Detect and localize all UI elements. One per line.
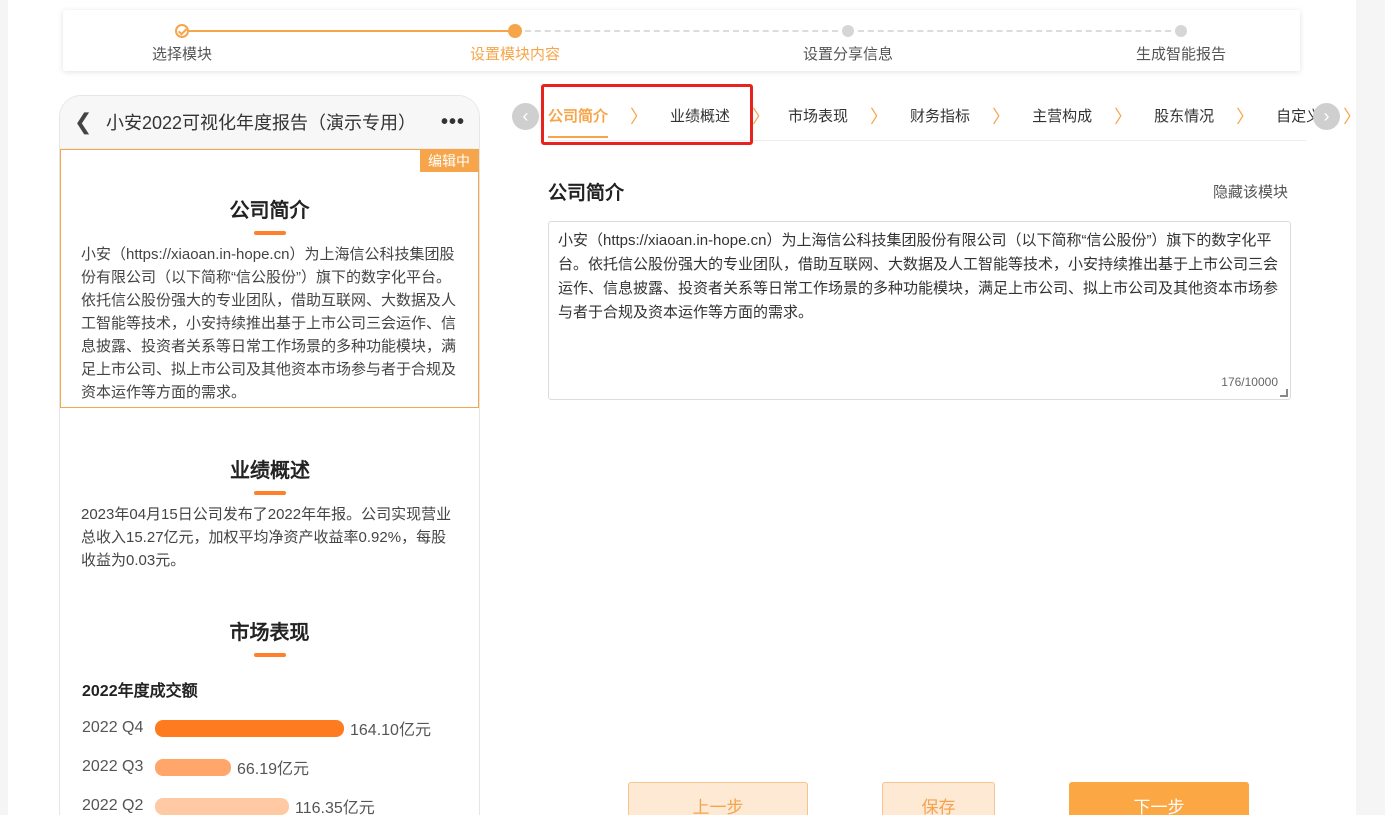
bar-mark	[155, 797, 289, 815]
section-underline	[253, 653, 286, 657]
bar-row: 2022 Q3 66.19亿元	[82, 756, 457, 778]
hide-module-link[interactable]: 隐藏该模块	[1213, 181, 1288, 202]
tab-item[interactable]: 股东情况	[1154, 100, 1214, 134]
bar-mark	[155, 719, 344, 737]
bar-category-label: 2022 Q4	[82, 719, 144, 736]
bar-value-label: 116.35亿元	[295, 800, 375, 815]
preview-section-intro[interactable]: 编辑中 公司简介 小安（https://xiaoan.in-hope.cn）为上…	[60, 149, 479, 408]
bar-category-label: 2022 Q2	[82, 797, 144, 814]
section-underline	[253, 231, 286, 235]
chevron-right-icon: 〉	[1343, 107, 1362, 127]
chevron-left-icon[interactable]: ❮	[74, 109, 98, 135]
bar-chart: 2022年度成交额 2022 Q4 164.10亿元 2022 Q3 66.19亿元 2…	[60, 677, 479, 815]
step-4-dot	[1175, 25, 1187, 37]
preview-header: ❮ 小安2022可视化年度报告（演示专用） •••	[60, 96, 479, 149]
chevron-right-icon: 〉	[1114, 107, 1133, 127]
chevron-right-icon: 〉	[1236, 107, 1255, 127]
section-title: 市场表现	[229, 622, 310, 644]
step-line-done	[182, 30, 515, 32]
step-2-active-dot	[508, 24, 522, 38]
step-4-label[interactable]: 生成智能报告	[1136, 43, 1226, 64]
step-line-todo	[848, 30, 1181, 32]
section-text: 2023年04月15日公司发布了2022年年报。公司实现营业总收入15.27亿元…	[81, 506, 452, 569]
preview-section-market[interactable]: 市场表现 2022年度成交额 2022 Q4 164.10亿元 2022 Q3 66.…	[60, 572, 479, 815]
preview-section-performance[interactable]: 业绩概述 2023年04月15日公司发布了2022年年报。公司实现营业总收入15…	[60, 408, 479, 572]
tab-item[interactable]: 公司简介	[548, 100, 609, 138]
tab-item[interactable]: 市场表现	[788, 100, 848, 134]
section-title: 业绩概述	[230, 460, 310, 482]
editor-title: 公司简介	[548, 183, 625, 204]
module-tabs: 公司简介〉业绩概述〉市场表现〉财务指标〉主营构成〉股东情况〉自定义〉	[548, 100, 1361, 141]
tab-item[interactable]: 主营构成	[1032, 100, 1092, 134]
mobile-preview: ❮ 小安2022可视化年度报告（演示专用） ••• 编辑中 公司简介 小安（ht…	[59, 95, 480, 815]
step-3-label[interactable]: 设置分享信息	[803, 43, 893, 64]
chart-title: 2022年度成交额	[82, 683, 198, 700]
bar-mark	[155, 758, 231, 776]
step-1-check-icon	[175, 24, 189, 38]
section-title: 公司简介	[229, 200, 310, 222]
content-textarea[interactable]: 小安（https://xiaoan.in-hope.cn）为上海信公科技集团股份…	[548, 221, 1291, 400]
section-text: 小安（https://xiaoan.in-hope.cn）为上海信公科技集团股份…	[81, 246, 457, 401]
bar-rows: 2022 Q4 164.10亿元 2022 Q3 66.19亿元 2022 Q2 116.…	[82, 717, 457, 815]
step-line-todo	[515, 30, 848, 32]
bar-value-label: 66.19亿元	[237, 761, 310, 778]
next-step-button[interactable]: 下一步	[1069, 782, 1249, 815]
bar-row: 2022 Q4 164.10亿元	[82, 717, 457, 739]
more-icon[interactable]: •••	[431, 111, 465, 134]
chevron-right-icon: 〉	[630, 107, 649, 127]
bar-row: 2022 Q2 116.35亿元	[82, 795, 457, 815]
step-3-dot	[842, 25, 854, 37]
section-underline	[254, 491, 286, 495]
tab-item[interactable]: 财务指标	[910, 100, 970, 134]
step-1-label[interactable]: 选择模块	[152, 43, 212, 64]
prev-step-button[interactable]: 上一步	[628, 782, 808, 815]
editing-badge: 编辑中	[420, 150, 478, 172]
resize-handle-icon[interactable]	[1280, 389, 1288, 397]
bar-category-label: 2022 Q3	[82, 758, 144, 775]
save-button[interactable]: 保存	[882, 782, 995, 815]
tabs-next-icon[interactable]: ›	[1313, 103, 1340, 130]
preview-title: 小安2022可视化年度报告（演示专用）	[106, 113, 417, 133]
chevron-right-icon: 〉	[992, 107, 1011, 127]
char-count: 176/10000	[1221, 375, 1278, 389]
tab-item[interactable]: 业绩概述	[670, 100, 730, 134]
bar-value-label: 164.10亿元	[350, 722, 431, 739]
chevron-right-icon: 〉	[870, 107, 889, 127]
step-2-label[interactable]: 设置模块内容	[470, 43, 560, 64]
progress-stepper: 选择模块 设置模块内容 设置分享信息 生成智能报告	[63, 10, 1300, 71]
tabs-prev-icon[interactable]: ‹	[512, 103, 539, 130]
textarea-content: 小安（https://xiaoan.in-hope.cn）为上海信公科技集团股份…	[558, 232, 1279, 321]
chevron-right-icon: 〉	[752, 107, 771, 127]
